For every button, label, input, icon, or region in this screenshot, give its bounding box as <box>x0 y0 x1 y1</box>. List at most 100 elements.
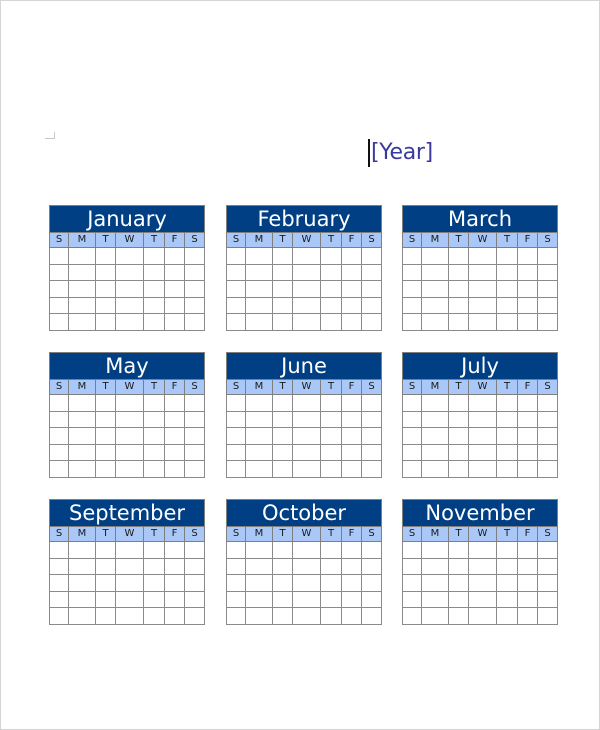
day-cell[interactable] <box>143 443 165 461</box>
day-cell[interactable] <box>143 410 165 428</box>
day-cell[interactable] <box>517 607 538 625</box>
day-cell[interactable] <box>360 427 383 445</box>
day-cell[interactable] <box>226 460 246 478</box>
day-cell[interactable] <box>164 394 185 412</box>
day-cell[interactable] <box>517 313 538 331</box>
day-cell[interactable] <box>49 427 69 445</box>
day-cell[interactable] <box>537 590 558 608</box>
day-cell[interactable] <box>115 263 144 281</box>
day-cell[interactable] <box>421 590 449 608</box>
day-cell[interactable] <box>361 247 382 265</box>
day-cell[interactable] <box>226 296 246 314</box>
day-cell[interactable] <box>341 541 362 559</box>
day-cell[interactable] <box>496 313 518 331</box>
day-cell[interactable] <box>245 394 273 412</box>
day-cell[interactable] <box>49 574 69 592</box>
day-cell[interactable] <box>95 443 116 461</box>
day-cell[interactable] <box>341 410 362 428</box>
day-cell[interactable] <box>226 541 246 559</box>
day-cell[interactable] <box>360 443 383 461</box>
day-cell[interactable] <box>320 557 342 575</box>
day-cell[interactable] <box>143 590 165 608</box>
day-cell[interactable] <box>468 557 497 575</box>
day-cell[interactable] <box>402 607 422 625</box>
day-cell[interactable] <box>421 443 449 461</box>
day-cell[interactable] <box>115 443 144 461</box>
day-cell[interactable] <box>517 247 538 265</box>
day-cell[interactable] <box>468 541 497 559</box>
day-cell[interactable] <box>496 443 518 461</box>
day-cell[interactable] <box>143 263 165 281</box>
day-cell[interactable] <box>320 607 342 625</box>
day-cell[interactable] <box>49 296 69 314</box>
day-cell[interactable] <box>272 427 293 445</box>
day-cell[interactable] <box>341 607 362 625</box>
day-cell[interactable] <box>496 607 518 625</box>
day-cell[interactable] <box>402 574 422 592</box>
day-cell[interactable] <box>245 541 273 559</box>
day-cell[interactable] <box>49 460 69 478</box>
day-cell[interactable] <box>402 427 422 445</box>
day-cell[interactable] <box>468 410 497 428</box>
day-cell[interactable] <box>421 263 449 281</box>
day-cell[interactable] <box>448 574 469 592</box>
day-cell[interactable] <box>448 280 469 298</box>
day-cell[interactable] <box>143 394 165 412</box>
day-cell[interactable] <box>448 460 469 478</box>
day-cell[interactable] <box>68 590 96 608</box>
day-cell[interactable] <box>421 280 449 298</box>
day-cell[interactable] <box>320 280 342 298</box>
day-cell[interactable] <box>95 280 116 298</box>
day-cell[interactable] <box>143 574 165 592</box>
day-cell[interactable] <box>292 313 321 331</box>
day-cell[interactable] <box>292 443 321 461</box>
day-cell[interactable] <box>517 590 538 608</box>
day-cell[interactable] <box>226 443 246 461</box>
day-cell[interactable] <box>183 247 206 265</box>
day-cell[interactable] <box>517 541 538 559</box>
day-cell[interactable] <box>164 296 185 314</box>
day-cell[interactable] <box>421 557 449 575</box>
day-cell[interactable] <box>402 280 422 298</box>
day-cell[interactable] <box>49 280 69 298</box>
day-cell[interactable] <box>360 541 383 559</box>
day-cell[interactable] <box>421 410 449 428</box>
day-cell[interactable] <box>68 427 96 445</box>
day-cell[interactable] <box>341 280 362 298</box>
day-cell[interactable] <box>421 460 449 478</box>
day-cell[interactable] <box>341 443 362 461</box>
day-cell[interactable] <box>360 590 383 608</box>
day-cell[interactable] <box>468 394 497 412</box>
day-cell[interactable] <box>95 313 116 331</box>
day-cell[interactable] <box>49 557 69 575</box>
day-cell[interactable] <box>272 574 293 592</box>
day-cell[interactable] <box>226 313 246 331</box>
day-cell[interactable] <box>421 394 449 412</box>
day-cell[interactable] <box>115 280 144 298</box>
day-cell[interactable] <box>320 394 342 412</box>
day-cell[interactable] <box>49 394 69 412</box>
day-cell[interactable] <box>49 247 69 265</box>
day-cell[interactable] <box>341 313 362 331</box>
day-cell[interactable] <box>448 607 469 625</box>
day-cell[interactable] <box>361 313 382 331</box>
day-cell[interactable] <box>164 443 185 461</box>
day-cell[interactable] <box>292 280 321 298</box>
day-cell[interactable] <box>272 394 293 412</box>
day-cell[interactable] <box>226 394 246 412</box>
day-cell[interactable] <box>360 557 383 575</box>
day-cell[interactable] <box>517 280 538 298</box>
day-cell[interactable] <box>292 247 321 265</box>
day-cell[interactable] <box>468 574 497 592</box>
day-cell[interactable] <box>95 394 116 412</box>
day-cell[interactable] <box>272 443 293 461</box>
day-cell[interactable] <box>421 607 449 625</box>
day-cell[interactable] <box>320 247 342 265</box>
day-cell[interactable] <box>68 313 96 331</box>
day-cell[interactable] <box>115 607 144 625</box>
day-cell[interactable] <box>448 557 469 575</box>
day-cell[interactable] <box>320 460 342 478</box>
day-cell[interactable] <box>115 247 144 265</box>
day-cell[interactable] <box>496 296 518 314</box>
day-cell[interactable] <box>272 296 293 314</box>
